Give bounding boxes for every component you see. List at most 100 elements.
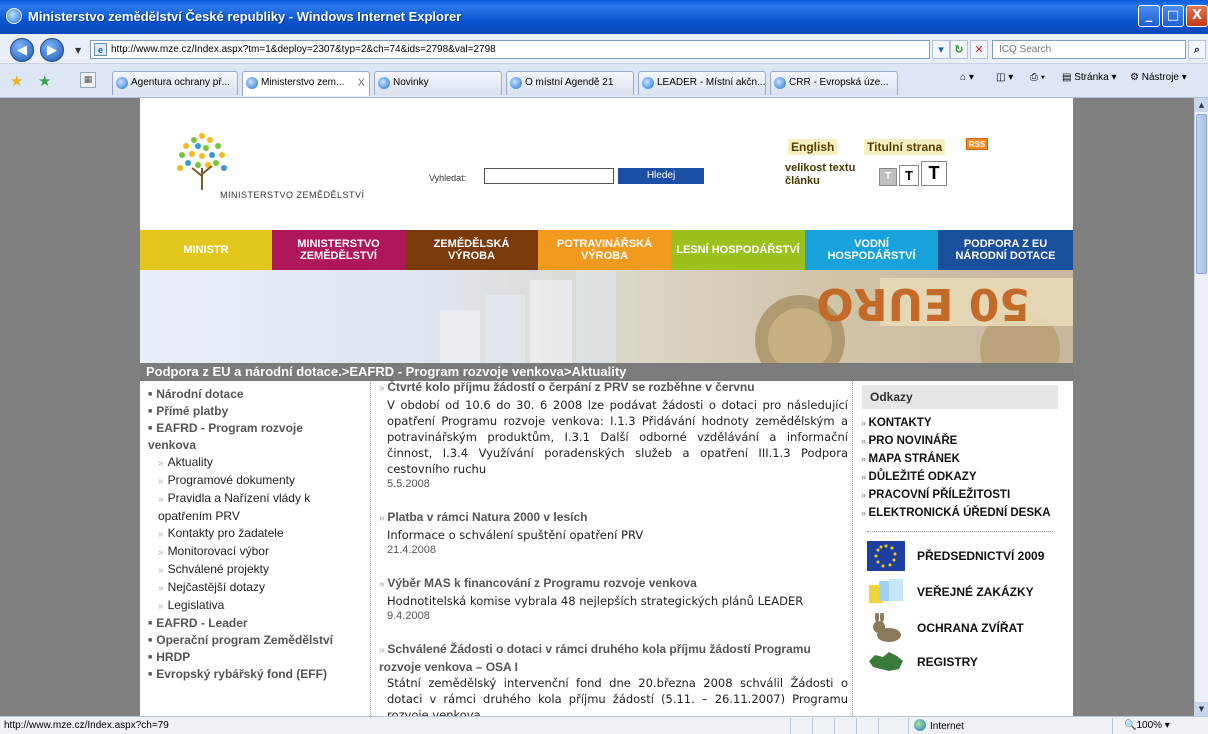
security-zone[interactable]: Internet (914, 719, 964, 732)
refresh-button[interactable]: ↻ (950, 40, 968, 59)
back-button[interactable]: ◀ (10, 38, 34, 62)
minimize-button[interactable]: _ (1138, 5, 1160, 27)
tab-crr[interactable]: CRR - Evropská úze... (770, 71, 898, 95)
scroll-thumb[interactable] (1196, 114, 1207, 274)
link-kontakty[interactable]: KONTAKTY (861, 417, 932, 429)
vertical-scrollbar[interactable]: ▲ ▼ (1194, 98, 1208, 716)
ie-tab-icon (378, 77, 390, 89)
left-menu-section[interactable]: Operační program Zemědělství (148, 632, 348, 649)
link-pracovni-prilezitosti[interactable]: PRACOVNÍ PŘÍLEŽITOSTI (861, 489, 1011, 501)
home-page-link[interactable]: Titulní strana (864, 139, 946, 155)
left-menu-section[interactable]: Evropský rybářský fond (EFF) (148, 666, 348, 683)
left-menu-item[interactable]: Legislativa (148, 597, 348, 615)
left-menu-item[interactable]: Schválené projekty (148, 561, 348, 579)
link-pro-novinare[interactable]: PRO NOVINÁŘE (861, 435, 958, 447)
nav-lesni-hospodarstvi[interactable]: LESNÍ HOSPODÁŘSTVÍ (671, 230, 805, 270)
print-icon[interactable]: ⎙ ▾ (1030, 72, 1045, 83)
links-sidebar: Odkazy KONTAKTY PRO NOVINÁŘE MAPA STRÁNE… (852, 379, 1062, 716)
forward-button[interactable]: ▶ (40, 38, 64, 62)
tools-menu[interactable]: ⚙ Nástroje ▾ (1130, 72, 1187, 83)
left-menu-item[interactable]: Pravidla a Nařízení vlády k opatřením PR… (148, 490, 348, 525)
news-title-link[interactable]: Výběr MAS k financování z Programu rozvo… (379, 575, 848, 593)
zone-label: Internet (930, 721, 964, 732)
news-title-link[interactable]: Čtvrté kolo příjmu žádostí o čerpání z P… (379, 379, 848, 397)
tab-ministerstvo[interactable]: Ministerstvo zem... X (242, 71, 370, 96)
nav-ministr[interactable]: MINISTR (140, 230, 272, 270)
left-menu-item[interactable]: Monitorovací výbor (148, 543, 348, 561)
left-menu-section[interactable]: EAFRD - Program rozvoje venkova (148, 420, 348, 454)
site-search-button[interactable]: Hledej (618, 168, 704, 184)
left-menu-section[interactable]: EAFRD - Leader (148, 615, 348, 632)
link-uredni-deska[interactable]: ELEKTRONICKÁ ÚŘEDNÍ DESKA (861, 507, 1051, 519)
search-input[interactable] (993, 41, 1185, 58)
nav-zemedelska-vyroba[interactable]: ZEMĚDĚLSKÁ VÝROBA (405, 230, 538, 270)
history-dropdown-icon[interactable]: ▼ (75, 46, 81, 55)
window-titlebar[interactable]: Ministerstvo zemědělství České republiky… (0, 0, 1208, 34)
ie-tab-icon (774, 77, 786, 89)
left-menu-item[interactable]: Programové dokumenty (148, 472, 348, 490)
left-menu-item[interactable]: Nejčastější dotazy (148, 579, 348, 597)
news-item: Platba v rámci Natura 2000 v lesíchInfor… (379, 509, 848, 557)
search-go-icon[interactable]: ⌕ (1188, 40, 1206, 59)
header-banner-image: 50 EURO (140, 270, 1073, 363)
quick-tabs-icon[interactable]: ▦ (80, 72, 96, 88)
nav-ministerstvo[interactable]: MINISTERSTVO ZEMĚDĚLSTVÍ (272, 230, 405, 270)
left-menu-section[interactable]: Přímé platby (148, 403, 348, 420)
page-menu[interactable]: ▤ Stránka ▾ (1062, 72, 1117, 83)
text-size-medium[interactable]: T (899, 165, 919, 186)
tab-label: Ministerstvo zem... (261, 77, 345, 88)
zoom-label: 100% (1136, 720, 1163, 731)
left-menu-item[interactable]: Kontakty pro žadatele (148, 525, 348, 543)
news-date: 21.4.2008 (387, 544, 436, 556)
favorites-star-icon[interactable]: ★ (10, 72, 23, 90)
tab-close-icon[interactable]: X (358, 72, 365, 94)
scroll-down-icon[interactable]: ▼ (1195, 702, 1208, 716)
nav-potravinarska-vyroba[interactable]: POTRAVINÁŘSKÁ VÝROBA (538, 230, 671, 270)
ie-tab-icon (116, 77, 128, 89)
promo-label: OCHRANA ZVÍŘAT (917, 621, 1024, 635)
nav-podpora-eu[interactable]: PODPORA Z EU NÁRODNÍ DOTACE (938, 230, 1073, 270)
tab-novinky[interactable]: Novinky (374, 71, 502, 95)
promo-verejne-zakazky[interactable]: VEŘEJNÉ ZAKÁZKY (867, 577, 1063, 611)
maximize-button[interactable]: □ (1162, 5, 1184, 27)
add-favorites-icon[interactable]: ★ (38, 72, 51, 90)
address-dropdown-icon[interactable]: ▾ (932, 40, 950, 59)
address-url[interactable]: http://www.mze.cz/Index.aspx?tm=1&deploy… (111, 44, 496, 55)
news-title-link[interactable]: Schválené Žádosti o dotaci v rámci druhé… (379, 641, 848, 675)
text-size-large[interactable]: T (921, 161, 947, 186)
left-menu-item[interactable]: Aktuality (148, 454, 348, 472)
status-divider (790, 718, 791, 734)
home-icon[interactable]: ⌂ ▾ (960, 72, 974, 83)
left-menu-section[interactable]: HRDP (148, 649, 348, 666)
scroll-up-icon[interactable]: ▲ (1195, 98, 1208, 112)
english-link[interactable]: English (788, 139, 838, 155)
status-divider (878, 718, 879, 734)
nav-vodni-hospodarstvi[interactable]: VODNÍ HOSPODÁŘSTVÍ (805, 230, 938, 270)
tab-label: CRR - Evropská úze... (789, 77, 889, 88)
euro-banner-graphic: 50 EURO (440, 270, 1073, 363)
tab-agentura[interactable]: Agentura ochrany př... (112, 71, 238, 95)
stop-button[interactable]: ✕ (970, 40, 988, 59)
zoom-level[interactable]: 🔍100% ▾ (1124, 720, 1170, 731)
site-search-input[interactable] (484, 168, 614, 184)
promo-predsednictvi[interactable]: PŘEDSEDNICTVÍ 2009 (867, 541, 1063, 575)
link-dulezite-odkazy[interactable]: DŮLEŽITÉ ODKAZY (861, 471, 977, 483)
close-button[interactable]: X (1186, 5, 1208, 27)
main-navigation: MINISTR MINISTERSTVO ZEMĚDĚLSTVÍ ZEMĚDĚL… (140, 230, 1073, 270)
feeds-icon[interactable]: ◫ ▾ (996, 72, 1013, 83)
promo-ochrana-zvirat[interactable]: OCHRANA ZVÍŘAT (867, 613, 1063, 647)
search-box[interactable] (992, 40, 1186, 59)
rss-icon[interactable]: RSS (966, 138, 988, 150)
status-bar: http://www.mze.cz/Index.aspx?ch=79 Inter… (0, 716, 1208, 734)
window-title: Ministerstvo zemědělství České republiky… (28, 9, 462, 24)
tab-agenda21[interactable]: O místní Agendě 21 (506, 71, 634, 95)
link-mapa-stranek[interactable]: MAPA STRÁNEK (861, 453, 960, 465)
left-menu-section[interactable]: Národní dotace (148, 386, 348, 403)
tab-leader[interactable]: LEADER - Místní akčn... (638, 71, 766, 95)
address-bar[interactable]: e http://www.mze.cz/Index.aspx?tm=1&depl… (90, 40, 930, 59)
news-summary: Informace o schválení spuštění opatření … (387, 528, 644, 542)
news-title-link[interactable]: Platba v rámci Natura 2000 v lesích (379, 509, 848, 527)
promo-registry[interactable]: REGISTRY (867, 647, 1063, 681)
ie-tab-icon (510, 77, 522, 89)
text-size-small[interactable]: T (879, 168, 897, 186)
